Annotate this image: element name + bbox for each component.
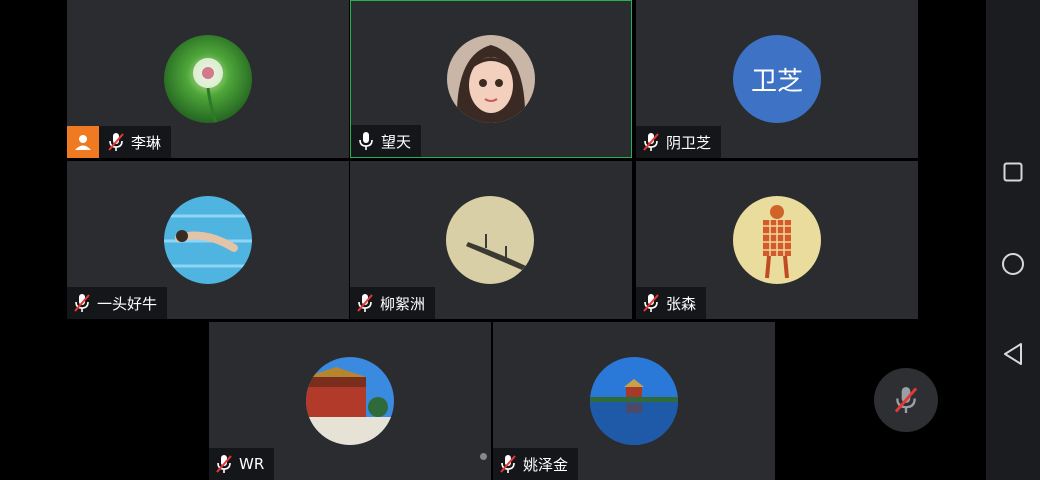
participant-tile[interactable]: 李琳 (67, 0, 349, 158)
participant-label: 张森 (636, 287, 707, 319)
avatar (733, 196, 821, 284)
mic-muted-icon (894, 387, 918, 413)
recent-apps-icon[interactable] (1001, 160, 1025, 184)
participant-tile[interactable]: 张森 (636, 161, 918, 319)
avatar (306, 357, 394, 445)
participant-name: 一头好牛 (97, 294, 158, 313)
mic-icon (355, 130, 377, 152)
mic-muted-icon (105, 131, 127, 153)
mic-muted-icon (71, 292, 93, 314)
avatar-initials: 卫芝 (733, 35, 821, 123)
participant-name: 李琳 (131, 133, 162, 152)
mic-muted-icon (497, 453, 519, 475)
participant-name: 姚泽金 (523, 455, 569, 474)
participant-label: 望天 (351, 125, 422, 157)
participant-label: 姚泽金 (493, 448, 579, 480)
avatar (164, 35, 252, 123)
system-nav-bar (986, 0, 1040, 480)
participant-label: 李琳 (67, 126, 172, 158)
back-icon[interactable] (1001, 342, 1025, 366)
participant-tile[interactable]: 一头好牛 (67, 161, 349, 319)
host-icon (67, 126, 99, 158)
participant-label: 阴卫芝 (636, 126, 722, 158)
mic-muted-icon (640, 292, 662, 314)
avatar (590, 357, 678, 445)
participant-name: 柳絮洲 (380, 294, 426, 313)
participant-name: 张森 (666, 294, 697, 313)
page-indicator-dot (480, 453, 487, 460)
participant-tile-active[interactable]: 望天 (350, 0, 632, 158)
participant-label: WR (209, 448, 275, 480)
mic-muted-icon (354, 292, 376, 314)
participant-label: 一头好牛 (67, 287, 168, 319)
mute-mic-button[interactable] (874, 368, 938, 432)
participant-tile[interactable]: 卫芝 阴卫芝 (636, 0, 918, 158)
participant-name: 阴卫芝 (666, 133, 712, 152)
participant-name: WR (239, 455, 265, 473)
mic-muted-icon (213, 453, 235, 475)
avatar (447, 35, 535, 123)
participant-name: 望天 (381, 132, 412, 151)
home-icon[interactable] (1001, 252, 1025, 276)
participant-tile[interactable]: 柳絮洲 (350, 161, 632, 319)
participant-label: 柳絮洲 (350, 287, 436, 319)
avatar (446, 196, 534, 284)
avatar (164, 196, 252, 284)
participant-tile[interactable]: 姚泽金 (493, 322, 775, 480)
participant-tile[interactable]: WR (209, 322, 491, 480)
mic-muted-icon (640, 131, 662, 153)
